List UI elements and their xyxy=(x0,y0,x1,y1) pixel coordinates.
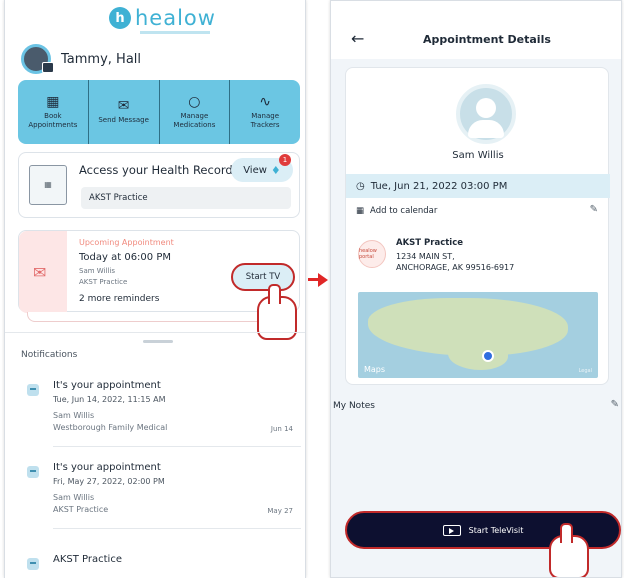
appointment-details-screen: ← Appointment Details Sam Willis ◷ Tue, … xyxy=(330,0,622,578)
action-label: Book Appointments xyxy=(28,112,78,129)
healow-logo-icon: h xyxy=(109,7,131,29)
my-notes-label: My Notes xyxy=(333,401,375,411)
divider xyxy=(53,446,301,447)
practice-address-line1: 1234 MAIN ST, xyxy=(396,252,455,261)
pill-icon: ○ xyxy=(188,94,201,111)
appointment-icon: ✉ xyxy=(33,263,47,282)
appointment-card: Sam Willis ◷ Tue, Jun 21, 2022 03:00 PM … xyxy=(345,67,610,385)
notification-location: Westborough Family Medical xyxy=(53,423,168,432)
appointment-kicker: Upcoming Appointment xyxy=(79,238,174,247)
provider-name: Sam Willis xyxy=(452,150,504,161)
action-label: Manage Trackers xyxy=(250,112,280,129)
send-message-button[interactable]: ✉ Send Message xyxy=(89,80,160,144)
notification-title: It's your appointment xyxy=(53,462,161,473)
calendar-icon xyxy=(27,466,39,478)
logo-tagline xyxy=(140,31,210,34)
envelope-icon xyxy=(27,558,39,570)
action-label: Send Message xyxy=(98,116,149,125)
header: ← Appointment Details xyxy=(331,1,621,59)
notification-short-date: May 27 xyxy=(267,507,293,515)
add-to-calendar-label: Add to calendar xyxy=(370,206,438,216)
notification-title: It's your appointment xyxy=(53,380,161,391)
list-item[interactable]: It's your appointment Tue, Jun 14, 2022,… xyxy=(21,380,301,450)
notification-date: Tue, Jun 14, 2022, 11:15 AM xyxy=(53,395,166,404)
appointment-datetime: ◷ Tue, Jun 21, 2022 03:00 PM xyxy=(346,174,610,198)
notification-location: AKST Practice xyxy=(53,505,109,514)
edit-notes-icon[interactable]: ✎ xyxy=(611,399,619,410)
health-records-card[interactable]: ▦ Access your Health Records View ♦ 1 AK… xyxy=(18,152,300,218)
action-label: Manage Medications xyxy=(173,112,216,129)
edit-pencil-icon[interactable]: ✎ xyxy=(590,204,598,215)
notification-badge: 1 xyxy=(279,154,291,166)
calendar-icon xyxy=(27,384,39,396)
provider-avatar xyxy=(456,84,516,144)
notification-short-date: Jun 14 xyxy=(270,425,293,433)
datetime-text: Tue, Jun 21, 2022 03:00 PM xyxy=(370,180,508,192)
practice-name: AKST Practice xyxy=(396,238,464,248)
list-item[interactable]: It's your appointment Fri, May 27, 2022,… xyxy=(21,462,301,532)
appointment-time: Today at 06:00 PM xyxy=(79,252,171,263)
map-land xyxy=(448,340,508,370)
maps-label: Maps xyxy=(364,365,386,374)
notification-doctor: Sam Willis xyxy=(53,493,95,502)
page-title: Appointment Details xyxy=(423,33,551,46)
add-to-calendar-button[interactable]: ▦ Add to calendar xyxy=(356,206,437,216)
divider xyxy=(5,332,305,333)
home-screen: h healow Tammy, Hall ▦ Book Appointments… xyxy=(4,0,306,578)
view-label: View xyxy=(243,164,267,176)
upcoming-appointment-card[interactable]: ✉ Upcoming Appointment Today at 06:00 PM… xyxy=(18,230,300,313)
logo-text: healow xyxy=(135,6,216,30)
more-reminders[interactable]: 2 more reminders xyxy=(79,294,159,304)
user-profile[interactable]: Tammy, Hall xyxy=(21,44,141,74)
tap-hand-icon xyxy=(257,284,297,340)
pulse-icon: ∿ xyxy=(259,94,271,111)
drag-handle[interactable] xyxy=(143,340,173,343)
healow-logo: h healow xyxy=(109,6,216,30)
transition-arrow-head xyxy=(318,273,328,287)
notification-title: AKST Practice xyxy=(53,554,122,565)
back-arrow-icon[interactable]: ← xyxy=(351,29,364,48)
avatar[interactable] xyxy=(21,44,54,74)
appointment-doctor: Sam Willis xyxy=(79,267,115,275)
notifications-header: Notifications xyxy=(21,350,78,360)
reminder-stack xyxy=(27,312,293,322)
list-item[interactable]: AKST Practice xyxy=(21,554,301,578)
quick-actions: ▦ Book Appointments ✉ Send Message ○ Man… xyxy=(18,80,300,144)
records-title: Access your Health Records xyxy=(79,163,239,177)
notification-date: Fri, May 27, 2022, 02:00 PM xyxy=(53,477,165,486)
practice-chip[interactable]: AKST Practice xyxy=(81,187,291,209)
calendar-add-icon: ▦ xyxy=(356,206,365,216)
clock-icon: ◷ xyxy=(356,180,365,192)
map-pin-icon xyxy=(482,350,494,362)
practice-logo: healow portal xyxy=(358,240,386,268)
book-appointments-button[interactable]: ▦ Book Appointments xyxy=(18,80,89,144)
view-records-button[interactable]: View ♦ 1 xyxy=(231,154,293,182)
start-tv-button[interactable]: Start TV xyxy=(231,263,295,291)
bell-icon: ♦ xyxy=(270,163,281,177)
map-legal-link[interactable]: Legal xyxy=(579,368,592,374)
practice-address-line2: ANCHORAGE, AK 99516-6917 xyxy=(396,263,515,272)
user-name: Tammy, Hall xyxy=(61,51,142,67)
appointment-location: AKST Practice xyxy=(79,278,128,286)
divider xyxy=(53,528,301,529)
location-map[interactable]: Maps Legal xyxy=(358,292,598,378)
calendar-search-icon: ▦ xyxy=(46,94,60,111)
envelope-icon: ✉ xyxy=(117,98,130,115)
manage-trackers-button[interactable]: ∿ Manage Trackers xyxy=(230,80,300,144)
manage-medications-button[interactable]: ○ Manage Medications xyxy=(160,80,231,144)
televisit-label: Start TeleVisit xyxy=(468,525,524,535)
notification-doctor: Sam Willis xyxy=(53,411,95,420)
tap-hand-icon xyxy=(549,523,589,577)
video-icon xyxy=(442,524,461,536)
records-folder-icon: ▦ xyxy=(29,165,67,205)
